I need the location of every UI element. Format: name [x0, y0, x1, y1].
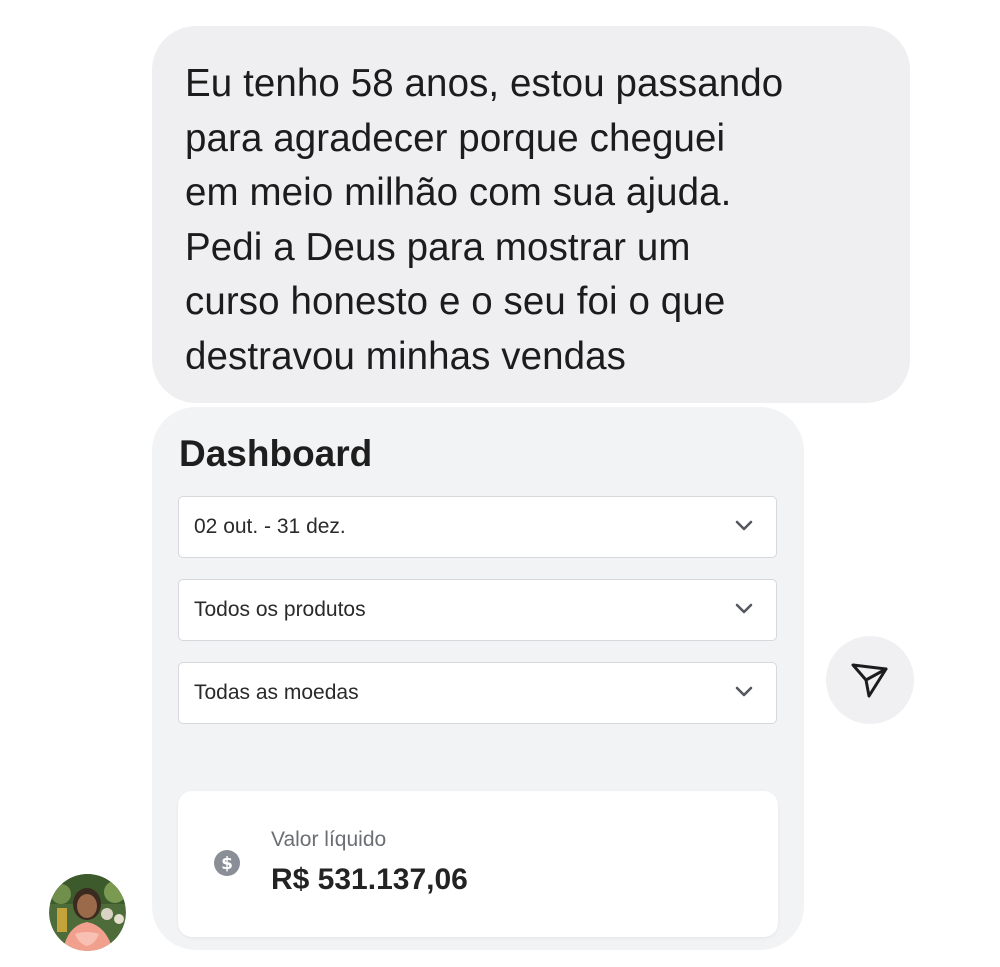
avatar[interactable]: [49, 874, 126, 951]
share-button[interactable]: [826, 636, 914, 724]
date-range-value: 02 out. - 31 dez.: [194, 515, 346, 538]
message-bubble: Eu tenho 58 anos, estou passando para ag…: [152, 26, 910, 403]
chevron-down-icon: [735, 520, 753, 531]
net-value-amount: R$ 531.137,06: [271, 863, 468, 896]
products-value: Todos os produtos: [194, 598, 366, 621]
chevron-down-icon: [735, 603, 753, 614]
currencies-value: Todas as moedas: [194, 681, 359, 704]
message-text: Eu tenho 58 anos, estou passando para ag…: [185, 62, 784, 378]
net-value-card: $ Valor líquido R$ 531.137,06: [178, 791, 778, 937]
send-arrow-icon: [851, 663, 888, 698]
dashboard-title: Dashboard: [179, 433, 373, 474]
products-select[interactable]: Todos os produtos: [178, 579, 777, 641]
chevron-down-icon: [735, 686, 753, 697]
svg-text:$: $: [221, 854, 233, 874]
date-range-select[interactable]: 02 out. - 31 dez.: [178, 496, 777, 558]
net-value-label: Valor líquido: [271, 828, 387, 851]
dashboard-screenshot: Dashboard 02 out. - 31 dez. Todos os pro…: [152, 407, 804, 950]
dollar-circle-icon: $: [214, 850, 240, 876]
currencies-select[interactable]: Todas as moedas: [178, 662, 777, 724]
avatar-photo: [49, 874, 126, 951]
